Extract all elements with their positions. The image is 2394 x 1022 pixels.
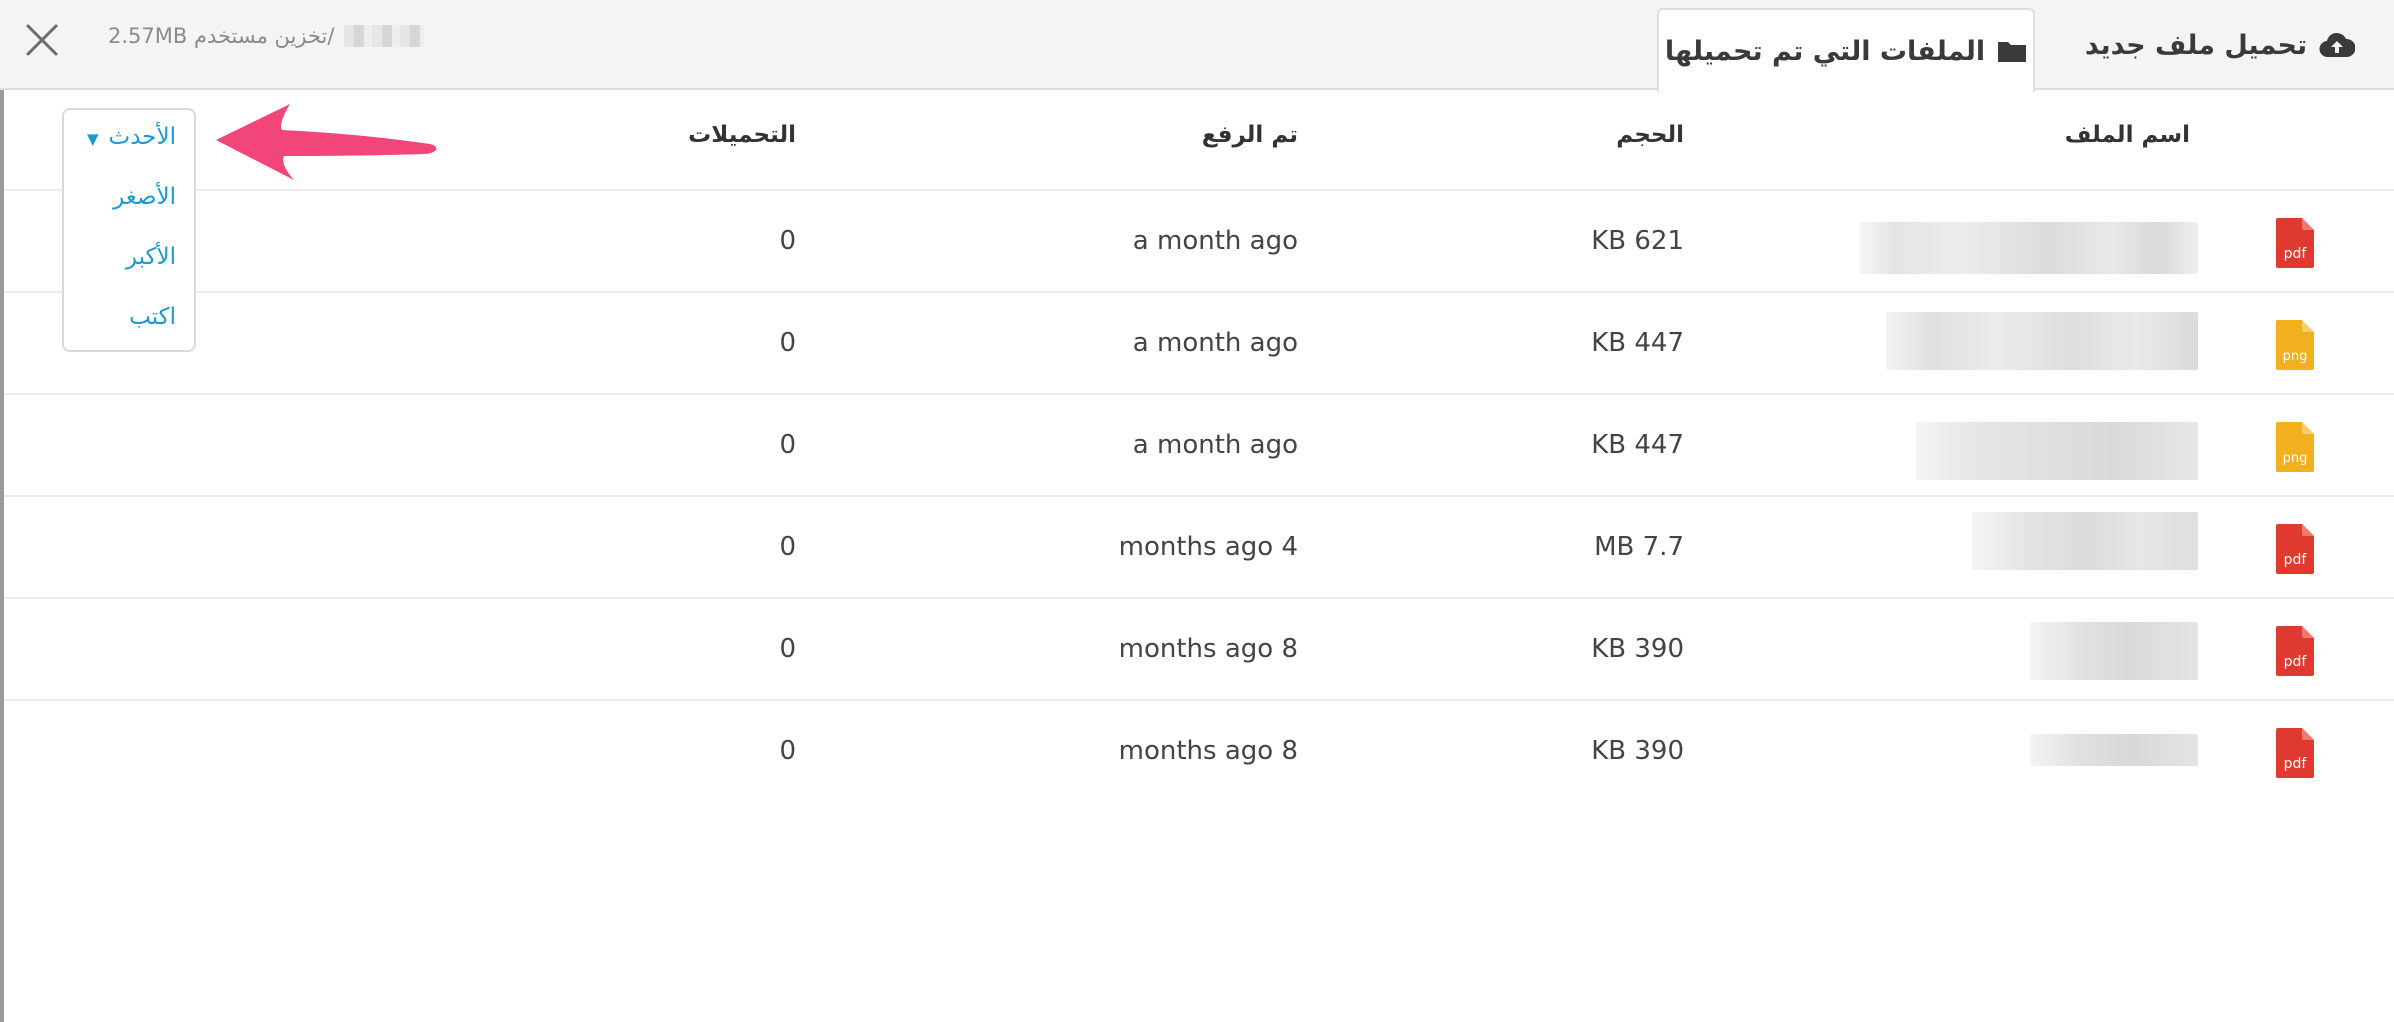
storage-usage-text: 2.57MB تخزين مستخدم [108,24,328,48]
row-divider [4,291,2394,293]
file-name-redacted[interactable] [1886,312,2198,370]
storage-separator: / [327,24,335,48]
file-downloads-count: 0 [779,532,796,562]
column-header-uploaded[interactable]: تم الرفع [1202,122,1298,148]
svg-text:png: png [2283,451,2308,466]
file-size: KB 621 [1591,226,1684,256]
png-file-icon: png [2276,422,2314,472]
file-downloads-count: 0 [779,634,796,664]
row-divider [4,495,2394,497]
pdf-file-icon: pdf [2276,626,2314,676]
close-icon[interactable] [22,20,62,60]
sort-selected-label: الأحدث [108,124,176,150]
file-uploaded-date: a month ago [1132,226,1298,256]
tab-upload-new-file[interactable]: تحميل ملف جديد [2060,0,2380,90]
cloud-upload-icon [2319,32,2356,58]
svg-text:pdf: pdf [2284,654,2308,670]
file-name-redacted[interactable] [1916,422,2198,480]
pdf-file-icon: pdf [2276,728,2314,778]
storage-usage: 2.57MB تخزين مستخدم / [108,24,434,48]
svg-text:pdf: pdf [2284,552,2308,568]
file-size: MB 7.7 [1594,532,1684,562]
column-header-downloads[interactable]: التحميلات [688,122,796,148]
file-name-redacted[interactable] [2030,734,2198,766]
svg-text:png: png [2283,349,2308,364]
png-file-icon: png [2276,320,2314,370]
svg-text:pdf: pdf [2284,756,2308,772]
file-name-redacted[interactable] [1972,512,2198,570]
column-header-file-name[interactable]: اسم الملف [2065,122,2190,148]
file-uploaded-date: a month ago [1132,430,1298,460]
caret-down-icon: ▼ [87,130,99,148]
sort-option-smallest[interactable]: الأصغر [113,184,176,210]
sort-option-type[interactable]: اكتب [129,304,176,330]
file-uploaded-date: a month ago [1132,328,1298,358]
file-size: KB 447 [1591,328,1684,358]
storage-total-redacted [344,25,425,47]
file-downloads-count: 0 [779,736,796,766]
file-downloads-count: 0 [779,226,796,256]
row-divider [4,699,2394,701]
folder-icon [1998,42,2027,62]
file-size: KB 447 [1591,430,1684,460]
file-uploaded-date: months ago 4 [1118,532,1298,562]
column-header-size[interactable]: الحجم [1616,122,1684,148]
pointer-arrow-icon [216,104,437,180]
row-divider [4,597,2394,599]
file-name-redacted[interactable] [1860,222,2198,274]
top-bar: 2.57MB تخزين مستخدم / الملفات التي تم تح… [0,0,2394,92]
file-uploaded-date: months ago 8 [1118,634,1298,664]
sort-option-newest[interactable]: الأحدث ▼ [87,124,176,150]
tab-upload-new-file-label: تحميل ملف جديد [2084,29,2308,61]
file-uploaded-date: months ago 8 [1118,736,1298,766]
panel-edge [0,90,4,1022]
file-size: KB 390 [1591,736,1684,766]
sort-dropdown[interactable]: الأحدث ▼ الأصغر الأكبر اكتب [62,108,196,352]
svg-text:pdf: pdf [2284,246,2308,262]
file-downloads-count: 0 [779,430,796,460]
pdf-file-icon: pdf [2276,524,2314,574]
sort-option-largest[interactable]: الأكبر [126,244,176,270]
tab-uploaded-files[interactable]: الملفات التي تم تحميلها [1657,8,2035,92]
tab-uploaded-files-label: الملفات التي تم تحميلها [1664,35,1986,67]
file-size: KB 390 [1591,634,1684,664]
pdf-file-icon: pdf [2276,218,2314,268]
row-divider [4,393,2394,395]
file-name-redacted[interactable] [2030,622,2198,680]
file-downloads-count: 0 [779,328,796,358]
header-divider [4,189,2394,191]
